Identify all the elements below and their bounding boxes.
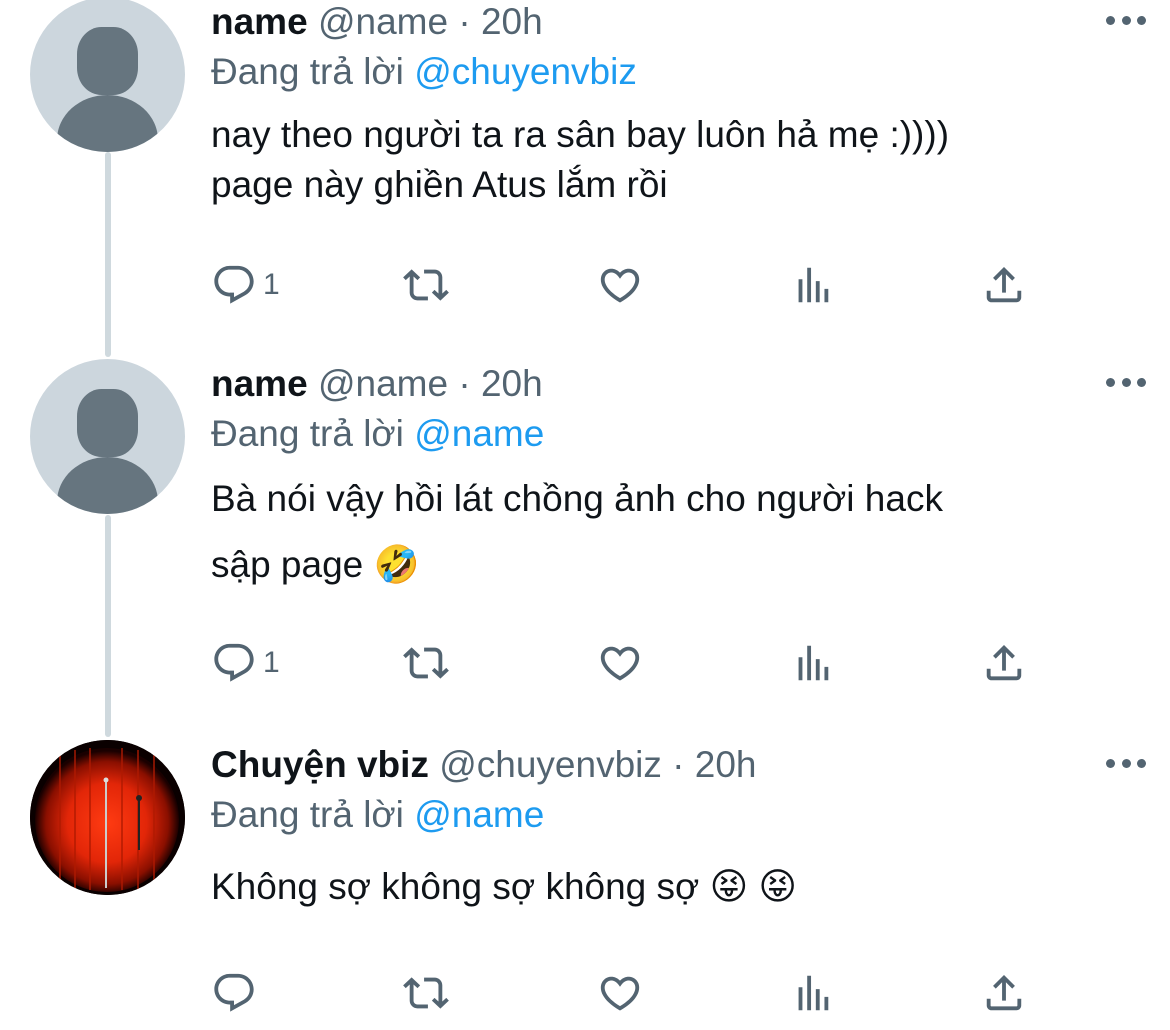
timestamp[interactable]: 20h (481, 1, 543, 42)
analytics-button[interactable] (789, 260, 835, 310)
avatar[interactable] (30, 359, 185, 514)
tweet-header: name @name · 20h (211, 362, 1150, 406)
share-button[interactable] (981, 260, 1027, 310)
analytics-icon (789, 970, 835, 1016)
tweet[interactable]: name @name · 20h Đang trả lời @chuyenvbi… (0, 0, 1170, 330)
reply-button[interactable] (211, 968, 263, 1018)
timestamp[interactable]: 20h (695, 744, 757, 785)
action-bar: 1 (211, 638, 1041, 688)
separator: · (672, 744, 685, 785)
tweet[interactable]: Chuyện vbiz @chuyenvbiz · 20h Đang trả l… (0, 740, 1170, 1030)
tweet-text: Không sợ không sợ không sợ 😝 😝 (211, 857, 1150, 917)
retweet-icon (403, 262, 449, 308)
separator: · (458, 1, 471, 42)
reply-icon (211, 640, 257, 686)
action-bar (211, 968, 1041, 1018)
like-button[interactable] (597, 260, 643, 310)
reply-icon (211, 970, 257, 1016)
like-icon (597, 970, 643, 1016)
mention-link[interactable]: @chuyenvbiz (414, 51, 637, 92)
tweet-text-line: Bà nói vậy hồi lát chồng ảnh cho người h… (211, 478, 943, 519)
display-name[interactable]: name (211, 363, 308, 404)
handle[interactable]: @chuyenvbiz (439, 744, 662, 785)
analytics-button[interactable] (789, 968, 835, 1018)
tweet-text-line: Không sợ không sợ không sợ 😝 😝 (211, 866, 798, 907)
handle[interactable]: @name (318, 1, 448, 42)
reply-count: 1 (263, 646, 280, 679)
display-name[interactable]: Chuyện vbiz (211, 744, 429, 785)
action-bar: 1 (211, 260, 1041, 310)
reply-icon (211, 262, 257, 308)
retweet-button[interactable] (403, 968, 449, 1018)
like-button[interactable] (597, 638, 643, 688)
retweet-icon (403, 640, 449, 686)
reply-button[interactable]: 1 (211, 260, 280, 310)
replying-to: Đang trả lời @name (211, 793, 1150, 837)
analytics-icon (789, 262, 835, 308)
mention-link[interactable]: @name (414, 794, 544, 835)
replying-prefix: Đang trả lời (211, 413, 404, 454)
mention-link[interactable]: @name (414, 413, 544, 454)
timestamp[interactable]: 20h (481, 363, 543, 404)
avatar[interactable] (30, 0, 185, 152)
avatar[interactable] (30, 740, 185, 895)
share-button[interactable] (981, 638, 1027, 688)
like-icon (597, 262, 643, 308)
tweet-header: Chuyện vbiz @chuyenvbiz · 20h (211, 743, 1150, 787)
replying-to: Đang trả lời @chuyenvbiz (211, 50, 1150, 94)
separator: · (458, 363, 471, 404)
tweet[interactable]: name @name · 20h Đang trả lời @name Bà n… (0, 359, 1170, 702)
tweet-header: name @name · 20h (211, 0, 1150, 44)
analytics-button[interactable] (789, 638, 835, 688)
retweet-button[interactable] (403, 260, 449, 310)
tweet-text: Bà nói vậy hồi lát chồng ảnh cho người h… (211, 466, 1150, 598)
handle[interactable]: @name (318, 363, 448, 404)
display-name[interactable]: name (211, 1, 308, 42)
tweet-text-line: page này ghiền Atus lắm rồi (211, 164, 668, 205)
more-icon[interactable] (1106, 8, 1146, 32)
share-button[interactable] (981, 968, 1027, 1018)
retweet-button[interactable] (403, 638, 449, 688)
more-icon[interactable] (1106, 751, 1146, 775)
analytics-icon (789, 640, 835, 686)
replying-prefix: Đang trả lời (211, 51, 404, 92)
replying-to: Đang trả lời @name (211, 412, 1150, 456)
stage-curtain-image (30, 740, 185, 895)
like-icon (597, 640, 643, 686)
tweet-text-line: sập page 🤣 (211, 544, 420, 585)
replying-prefix: Đang trả lời (211, 794, 404, 835)
like-button[interactable] (597, 968, 643, 1018)
more-icon[interactable] (1106, 370, 1146, 394)
share-icon (981, 970, 1027, 1016)
share-icon (981, 262, 1027, 308)
reply-button[interactable]: 1 (211, 638, 280, 688)
tweet-text-line: nay theo người ta ra sân bay luôn hả mẹ … (211, 114, 950, 155)
reply-count: 1 (263, 268, 280, 301)
tweet-text: nay theo người ta ra sân bay luôn hả mẹ … (211, 110, 1150, 210)
retweet-icon (403, 970, 449, 1016)
share-icon (981, 640, 1027, 686)
